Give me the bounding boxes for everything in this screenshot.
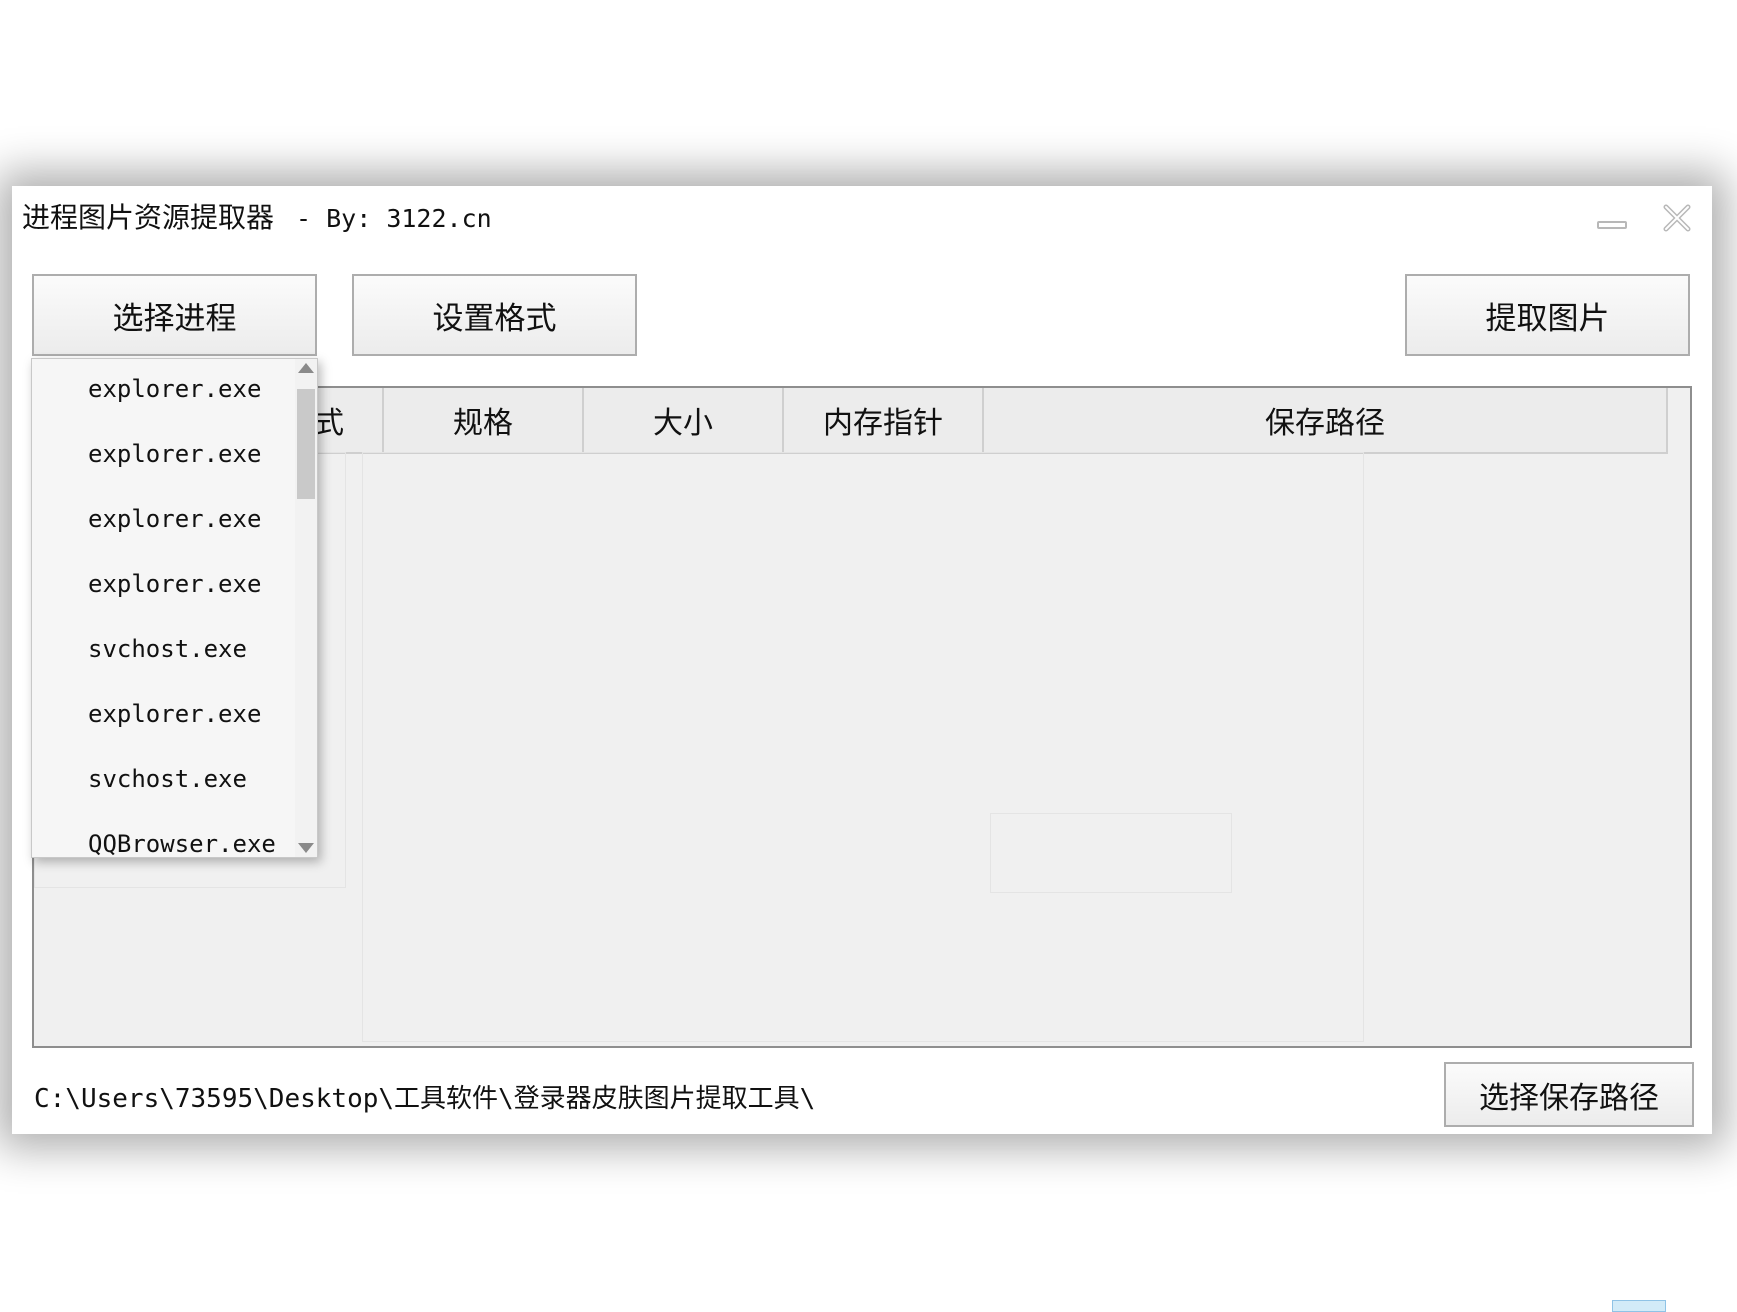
process-item[interactable]: svchost.exe <box>88 765 247 793</box>
process-item[interactable]: explorer.exe <box>88 375 261 403</box>
process-item[interactable]: explorer.exe <box>88 700 261 728</box>
scrollbar-thumb[interactable] <box>297 389 315 499</box>
close-button[interactable] <box>1657 200 1697 236</box>
close-icon <box>1663 204 1691 232</box>
title-bar: 进程图片资源提取器 - By: 3122.cn <box>12 186 1712 246</box>
window-title: 进程图片资源提取器 - By: 3122.cn <box>22 196 492 236</box>
choose-save-path-button[interactable]: 选择保存路径 <box>1444 1062 1694 1127</box>
column-header-memory-pointer[interactable]: 内存指针 <box>784 388 984 452</box>
ghost-box <box>990 813 1232 893</box>
column-header-size[interactable]: 大小 <box>584 388 784 452</box>
minimize-icon <box>1597 221 1627 229</box>
column-header-spec[interactable]: 规格 <box>384 388 584 452</box>
process-item[interactable]: explorer.exe <box>88 570 261 598</box>
scroll-up-arrow-icon[interactable] <box>298 363 314 373</box>
process-dropdown[interactable]: explorer.exe explorer.exe explorer.exe e… <box>31 358 318 858</box>
ghost-panel <box>362 452 1364 1042</box>
window-title-text: 进程图片资源提取器 <box>22 201 275 234</box>
taskbar-corner-element[interactable] <box>1612 1300 1666 1312</box>
dropdown-scrollbar[interactable] <box>295 359 317 857</box>
set-format-button[interactable]: 设置格式 <box>352 274 637 356</box>
process-item[interactable]: explorer.exe <box>88 505 261 533</box>
process-item[interactable]: QQBrowser.exe <box>88 830 276 857</box>
process-item[interactable]: explorer.exe <box>88 440 261 468</box>
process-item[interactable]: svchost.exe <box>88 635 247 663</box>
save-path-text: C:\Users\73595\Desktop\工具软件\登录器皮肤图片提取工具\ <box>34 1084 816 1114</box>
extract-images-button[interactable]: 提取图片 <box>1405 274 1690 356</box>
scroll-down-arrow-icon[interactable] <box>298 843 314 853</box>
save-path-label: C:\Users\73595\Desktop\工具软件\登录器皮肤图片提取工具\ <box>34 1078 815 1115</box>
select-process-button[interactable]: 选择进程 <box>32 274 317 356</box>
column-header-save-path[interactable]: 保存路径 <box>984 388 1668 452</box>
window-title-author: - By: 3122.cn <box>296 204 492 233</box>
minimize-button[interactable] <box>1592 200 1632 236</box>
